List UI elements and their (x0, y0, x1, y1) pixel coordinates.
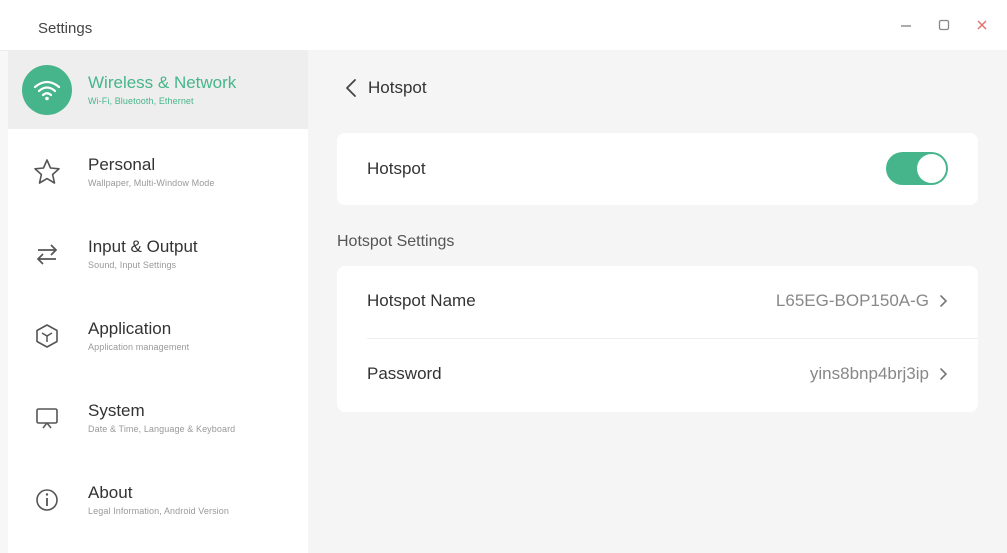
password-row[interactable]: Password yins8bnp4brj3ip (337, 339, 978, 412)
password-label: Password (367, 364, 442, 383)
close-icon (977, 20, 987, 30)
hotspot-toggle-label: Hotspot (367, 159, 426, 178)
monitor-icon-badge (22, 393, 72, 443)
back-button[interactable]: Hotspot (344, 78, 427, 98)
sidebar-item-title: Wireless & Network (88, 73, 237, 92)
chevron-left-icon (346, 79, 356, 97)
star-icon-badge (22, 147, 72, 197)
hexagon-icon (36, 323, 58, 348)
chevron-right-icon (940, 368, 948, 380)
hotspot-name-row[interactable]: Hotspot Name L65EG-BOP150A-G (337, 266, 978, 339)
sidebar-item-subtitle: Wallpaper, Multi-Window Mode (88, 178, 215, 188)
hotspot-name-label: Hotspot Name (367, 291, 476, 310)
wifi-icon (33, 80, 61, 100)
sidebar-item-subtitle: Application management (88, 342, 190, 352)
hotspot-toggle-card: Hotspot (337, 133, 978, 205)
settings-window: Settings Wireless & Network Wi-Fi, Bluet… (0, 0, 1007, 553)
sidebar-item-application[interactable]: Application Application management (8, 296, 308, 375)
sidebar-item-subtitle: Sound, Input Settings (88, 260, 177, 270)
sidebar-item-personal[interactable]: Personal Wallpaper, Multi-Window Mode (8, 132, 308, 211)
wifi-icon-badge (22, 64, 72, 115)
hotspot-toggle[interactable] (886, 152, 948, 185)
window-controls (899, 18, 989, 32)
swap-arrows-icon (36, 243, 58, 265)
section-title: Hotspot Settings (337, 233, 455, 250)
hotspot-settings-card: Hotspot Name L65EG-BOP150A-G Password yi… (337, 266, 978, 412)
info-icon-badge (22, 475, 72, 525)
sidebar-item-title: Input & Output (88, 237, 198, 256)
close-button[interactable] (975, 18, 989, 32)
hexagon-icon-badge (22, 311, 72, 361)
square-icon (938, 19, 950, 31)
hotspot-name-value: L65EG-BOP150A-G (775, 291, 929, 310)
sidebar: Wireless & Network Wi-Fi, Bluetooth, Eth… (8, 50, 308, 553)
page-title: Hotspot (368, 78, 427, 97)
swap-arrows-icon-badge (22, 229, 72, 279)
sidebar-item-system[interactable]: System Date & Time, Language & Keyboard (8, 378, 308, 457)
star-icon (34, 158, 60, 184)
sidebar-item-title: System (88, 401, 145, 420)
title-bar: Settings (0, 0, 1007, 51)
password-value: yins8bnp4brj3ip (809, 364, 929, 383)
window-title: Settings (38, 20, 93, 37)
toggle-knob (917, 154, 946, 183)
sidebar-item-wireless-network[interactable]: Wireless & Network Wi-Fi, Bluetooth, Eth… (8, 50, 308, 129)
minus-icon (901, 25, 911, 27)
sidebar-item-title: Personal (88, 155, 156, 174)
sidebar-item-subtitle: Wi-Fi, Bluetooth, Ethernet (88, 96, 194, 106)
monitor-icon (36, 407, 58, 428)
sidebar-item-subtitle: Legal Information, Android Version (88, 506, 229, 516)
maximize-button[interactable] (937, 18, 951, 32)
sidebar-item-subtitle: Date & Time, Language & Keyboard (88, 424, 236, 434)
chevron-right-icon (940, 295, 948, 307)
minimize-button[interactable] (899, 18, 913, 32)
sidebar-item-about[interactable]: About Legal Information, Android Version (8, 460, 308, 539)
main-panel: Hotspot Hotspot Hotspot Settings Hotspot… (308, 50, 1007, 553)
info-icon (36, 488, 58, 511)
sidebar-item-title: About (88, 483, 133, 502)
password-value-group: yins8bnp4brj3ip (810, 364, 948, 384)
hotspot-name-value-group: L65EG-BOP150A-G (776, 291, 948, 311)
sidebar-item-input-output[interactable]: Input & Output Sound, Input Settings (8, 214, 308, 293)
sidebar-item-title: Application (88, 319, 172, 338)
